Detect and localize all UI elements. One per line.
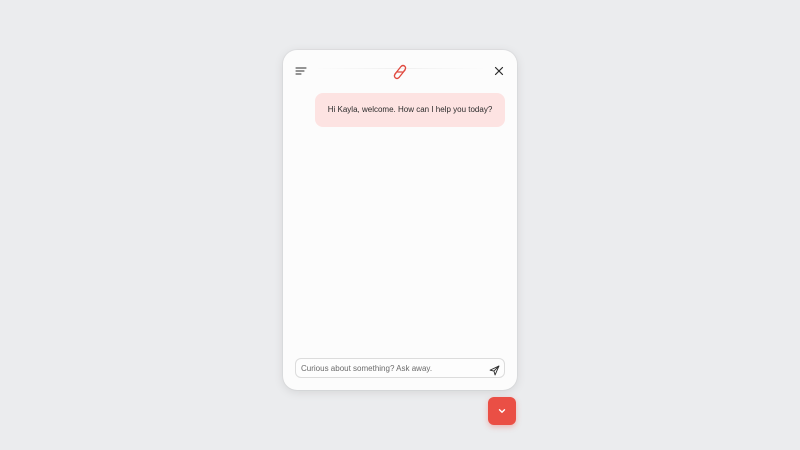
chat-launcher-button[interactable] [488, 397, 516, 425]
chevron-down-icon [498, 409, 506, 414]
send-icon [489, 365, 500, 376]
brand-logo [391, 63, 409, 81]
message-composer [295, 358, 505, 378]
menu-button[interactable] [294, 64, 308, 78]
send-button[interactable] [489, 363, 500, 376]
assistant-message: Hi Kayla, welcome. How can I help you to… [315, 93, 505, 127]
chat-window: Hi Kayla, welcome. How can I help you to… [283, 50, 517, 390]
close-button[interactable] [492, 64, 506, 78]
message-input[interactable] [301, 361, 481, 375]
chat-header [283, 50, 517, 90]
brand-logo-icon [393, 64, 407, 80]
menu-icon [295, 67, 307, 75]
page: Hi Kayla, welcome. How can I help you to… [0, 0, 800, 450]
message-list: Hi Kayla, welcome. How can I help you to… [283, 90, 517, 350]
close-icon [494, 66, 504, 76]
